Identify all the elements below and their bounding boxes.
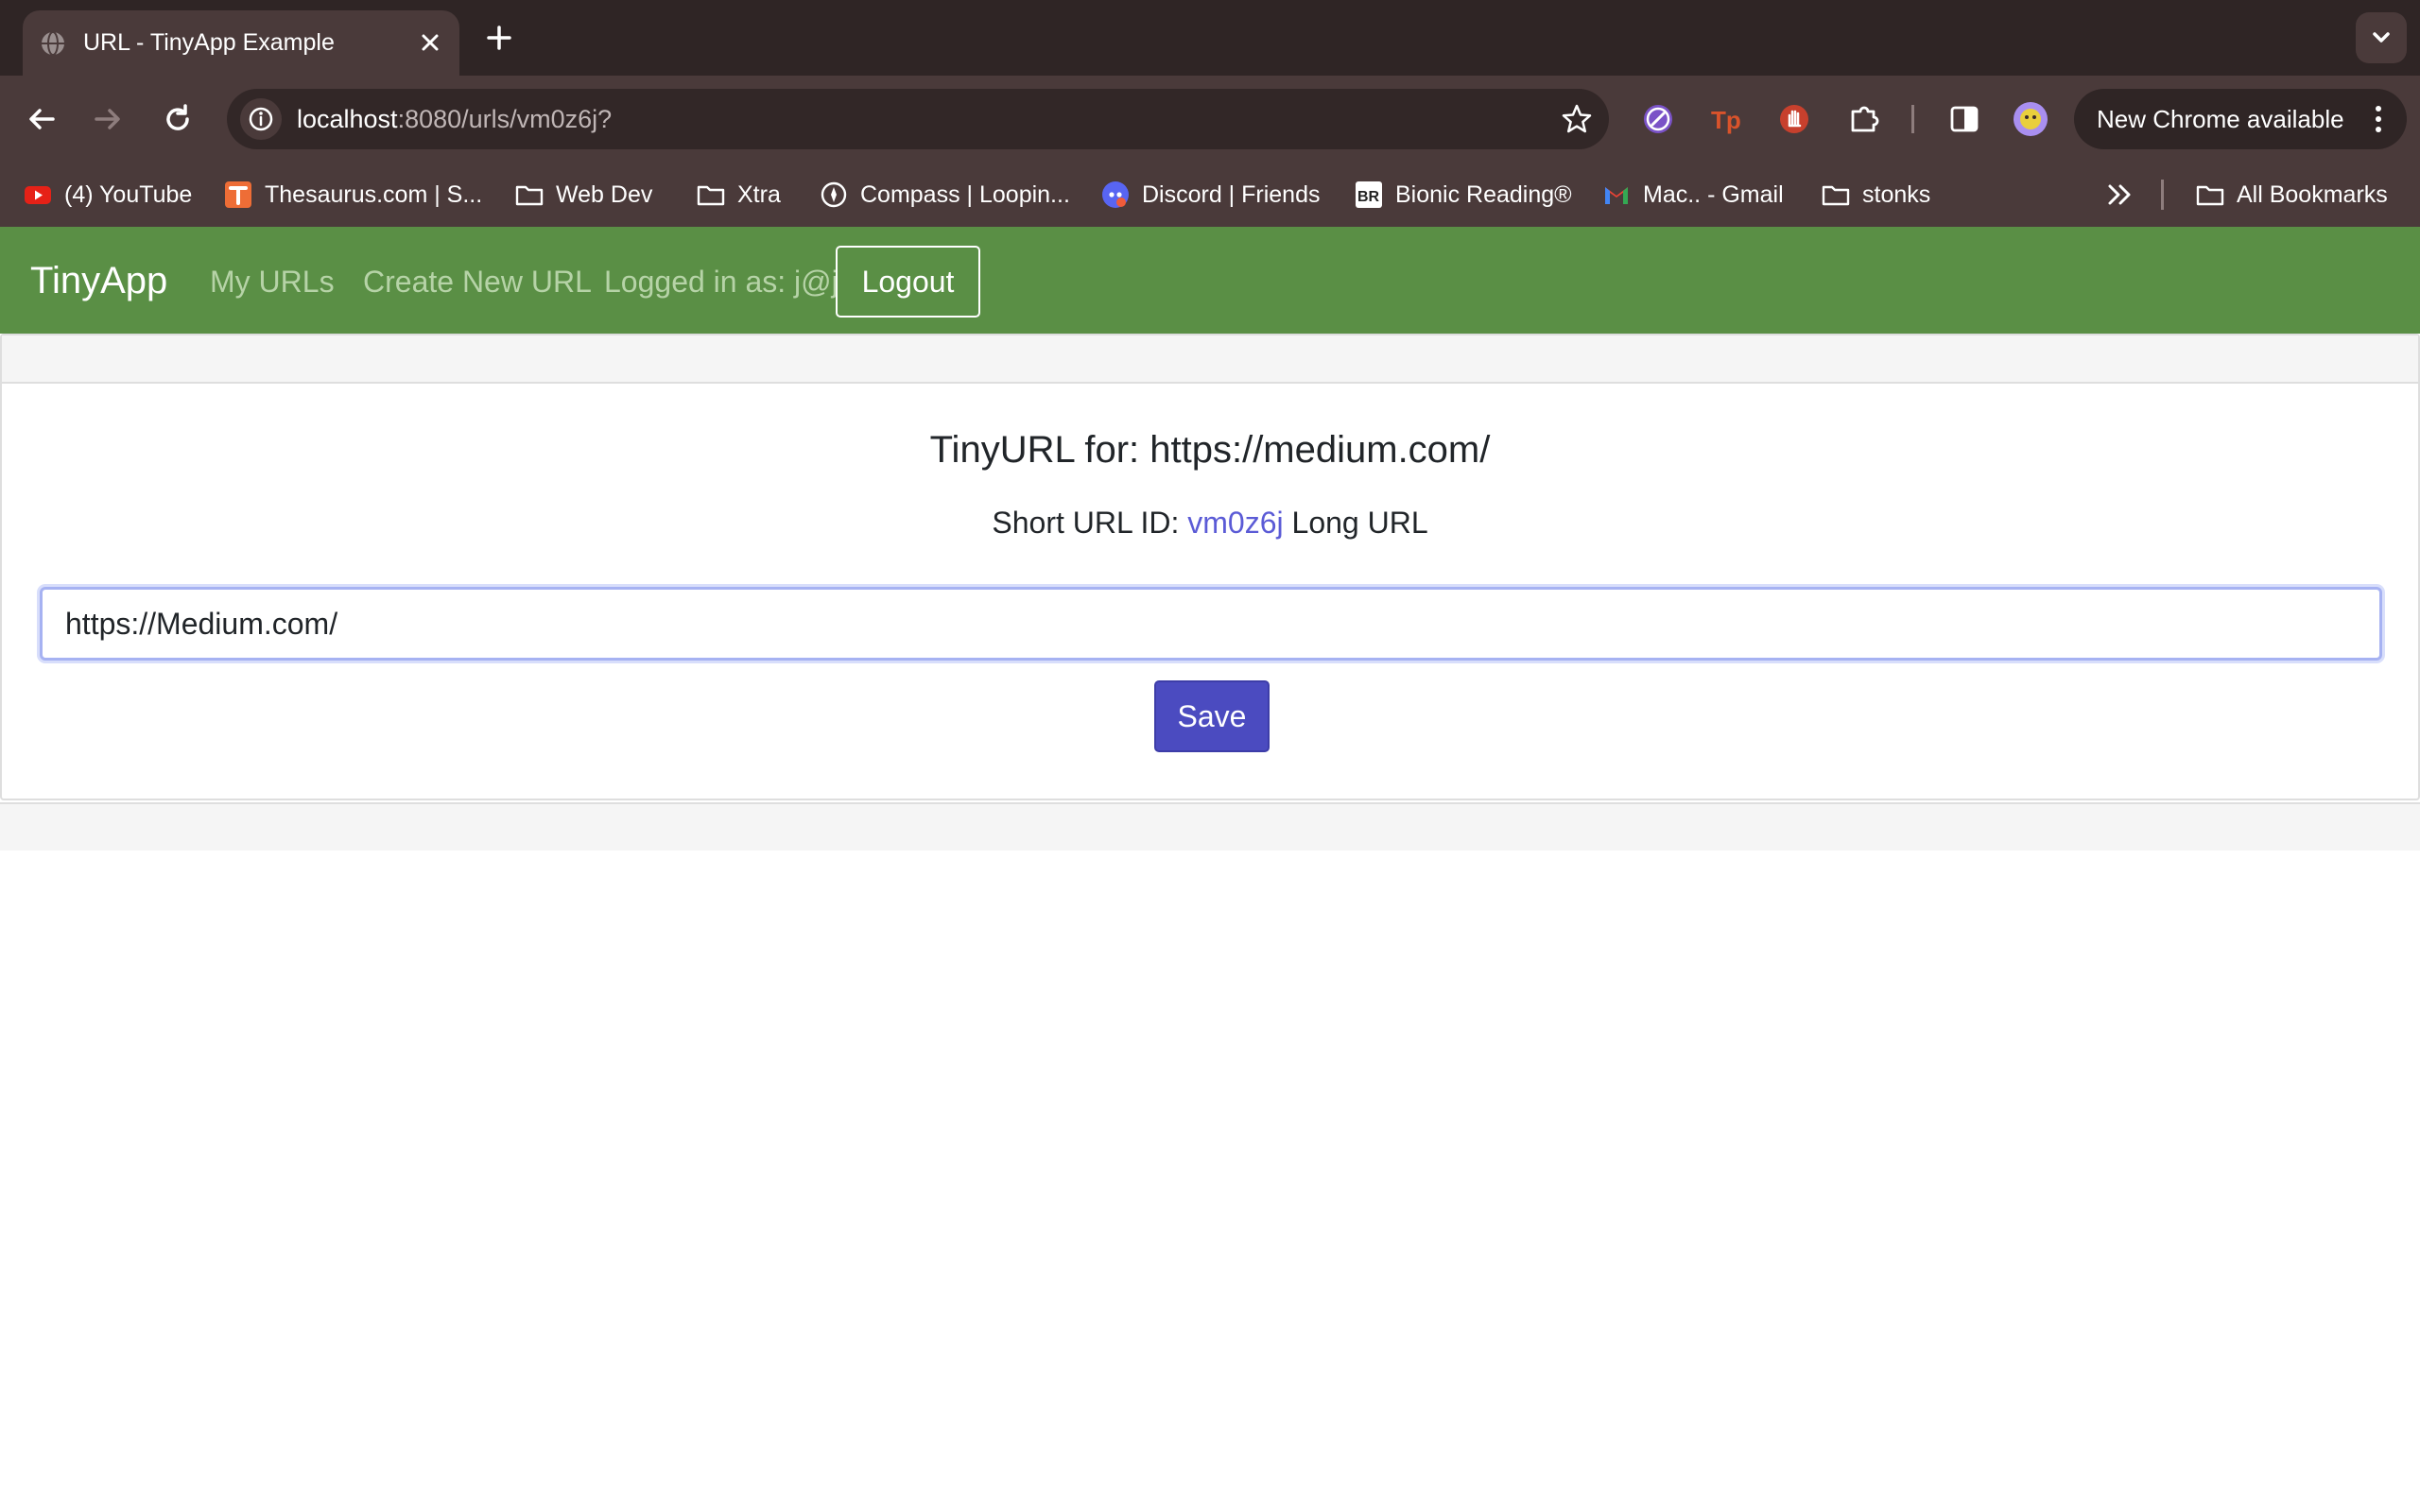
compass-icon	[821, 181, 847, 208]
bookmark-label: Compass | Loopin...	[860, 181, 1070, 208]
new-chrome-available-button[interactable]: New Chrome available	[2074, 89, 2407, 149]
short-url-line: Short URL ID: vm0z6j Long URL	[2, 504, 2418, 541]
address-path: :8080/urls/vm0z6j?	[397, 105, 613, 133]
bookmark-gmail[interactable]: Mac.. - Gmail	[1601, 178, 1790, 212]
bookmark-label: stonks	[1862, 181, 1931, 208]
short-url-label: Short URL ID:	[992, 506, 1180, 540]
tab-search-button[interactable]	[2356, 12, 2407, 63]
bookmark-discord[interactable]: Discord | Friends	[1100, 178, 1342, 212]
folder-icon	[1822, 185, 1850, 206]
folder-icon	[697, 185, 725, 206]
bookmark-label: Xtra	[737, 181, 781, 208]
reload-icon[interactable]	[159, 100, 197, 138]
back-arrow-icon[interactable]	[23, 100, 60, 138]
url-card: TinyURL for: https://medium.com/ Short U…	[0, 334, 2420, 800]
all-bookmarks-label: All Bookmarks	[2237, 181, 2388, 208]
close-tab-icon[interactable]	[413, 26, 447, 60]
bookmark-compass[interactable]: Compass | Loopin...	[819, 178, 1074, 212]
bookmark-label: Web Dev	[556, 181, 653, 208]
bookmark-label: Discord | Friends	[1142, 181, 1321, 208]
site-info-button[interactable]	[240, 98, 282, 140]
info-icon	[249, 107, 273, 131]
compass-ext-icon[interactable]	[1637, 98, 1679, 140]
bookmark-thesaurus[interactable]: Thesaurus.com | S...	[223, 178, 488, 212]
tp-ext-icon[interactable]: Tp	[1705, 98, 1747, 140]
browser-toolbar: localhost:8080/urls/vm0z6j? Tp New Chrom…	[0, 76, 2420, 163]
more-menu-icon[interactable]	[2369, 102, 2388, 136]
bookmarks-bar: (4) YouTube Thesaurus.com | S... Web Dev…	[0, 163, 2420, 227]
tab-title: URL - TinyApp Example	[83, 29, 335, 56]
new-tab-icon[interactable]	[480, 19, 518, 57]
app-navbar: TinyApp My URLs Create New URL Logged in…	[0, 227, 2420, 334]
browser-window: URL - TinyApp Example localhost:8080/url…	[0, 0, 2420, 1512]
youtube-icon	[25, 186, 51, 204]
folder-icon	[515, 185, 544, 206]
save-button[interactable]: Save	[1154, 680, 1270, 752]
logged-in-label: Logged in as: j@j	[604, 265, 838, 299]
bionic-reading-icon: BR	[1356, 181, 1382, 208]
bookmark-label: (4) YouTube	[64, 181, 193, 208]
nav-create-new-url[interactable]: Create New URL	[363, 263, 592, 301]
bookmarks-divider	[2161, 180, 2164, 210]
card-footer	[0, 802, 2420, 850]
address-bar[interactable]: localhost:8080/urls/vm0z6j?	[227, 89, 1609, 149]
card-title: TinyURL for: https://medium.com/	[929, 429, 1491, 471]
bookmark-label: Thesaurus.com | S...	[265, 181, 483, 208]
address-host: localhost	[297, 105, 398, 133]
globe-icon	[42, 31, 64, 56]
address-url: localhost:8080/urls/vm0z6j?	[297, 100, 612, 138]
gmail-icon	[1605, 187, 1628, 204]
short-url-link[interactable]: vm0z6j	[1187, 506, 1283, 540]
thesaurus-icon	[225, 181, 251, 208]
toolbar-divider	[1911, 105, 1914, 133]
double-chevron-right-icon[interactable]	[2100, 176, 2138, 214]
bookmark-label: Mac.. - Gmail	[1643, 181, 1784, 208]
svg-text:Tp: Tp	[1711, 106, 1741, 134]
forward-arrow-icon[interactable]	[89, 100, 127, 138]
update-label: New Chrome available	[2097, 105, 2344, 133]
chevron-down-icon	[2373, 32, 2390, 43]
card-header	[2, 335, 2418, 384]
bookmark-folder-stonks[interactable]: stonks	[1821, 178, 1953, 212]
puzzle-icon[interactable]	[1843, 98, 1885, 140]
all-bookmarks-button[interactable]: All Bookmarks	[2195, 178, 2403, 212]
bookmark-folder-web-dev[interactable]: Web Dev	[514, 178, 666, 212]
logout-button[interactable]: Logout	[836, 246, 980, 318]
long-url-label: Long URL	[1291, 506, 1428, 540]
tab-strip: URL - TinyApp Example	[0, 0, 2420, 76]
folder-icon	[2196, 185, 2224, 206]
svg-text:BR: BR	[1357, 189, 1380, 205]
bookmark-star-icon[interactable]	[1560, 102, 1594, 136]
bookmark-bionic-reading[interactable]: BR Bionic Reading®	[1354, 178, 1581, 212]
brand-link[interactable]: TinyApp	[30, 257, 167, 304]
nav-my-urls[interactable]: My URLs	[210, 263, 335, 301]
bookmark-youtube[interactable]: (4) YouTube	[23, 178, 193, 212]
web-page: TinyApp My URLs Create New URL Logged in…	[0, 227, 2420, 1512]
bookmark-folder-xtra[interactable]: Xtra	[696, 178, 809, 212]
discord-icon	[1102, 181, 1129, 208]
hand-ext-icon[interactable]	[1773, 98, 1815, 140]
bookmark-label: Bionic Reading®	[1395, 181, 1572, 208]
active-tab[interactable]: URL - TinyApp Example	[23, 10, 459, 76]
long-url-input[interactable]	[40, 587, 2382, 661]
profile-avatar-icon[interactable]	[2010, 98, 2051, 140]
side-panel-icon[interactable]	[1944, 98, 1985, 140]
